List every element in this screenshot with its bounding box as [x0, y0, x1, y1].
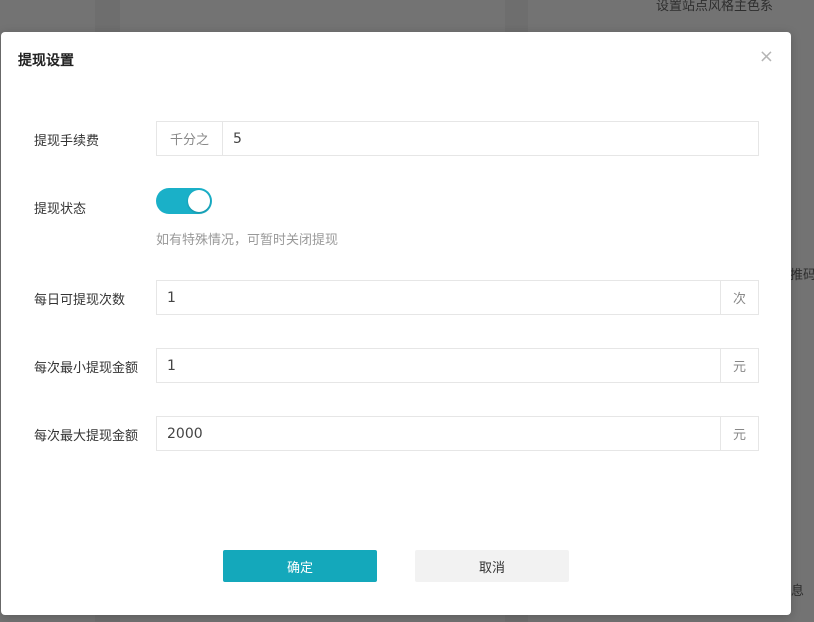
withdraw-settings-dialog: 提现设置 × 提现手续费 千分之 提现状态 如有特殊情况，可暂时关闭提现 每日可…	[1, 32, 791, 615]
daily-count-label: 每日可提现次数	[34, 293, 126, 308]
background-text: 推码	[790, 268, 814, 283]
toggle-knob	[188, 190, 210, 212]
min-amount-input-group: 元	[156, 348, 759, 383]
max-amount-label: 每次最大提现金额	[34, 429, 139, 444]
max-amount-input-group: 元	[156, 416, 759, 451]
cancel-button[interactable]: 取消	[415, 550, 569, 582]
fee-input-group: 千分之	[156, 121, 759, 156]
min-amount-label: 每次最小提现金额	[34, 361, 139, 376]
min-amount-suffix: 元	[720, 349, 758, 382]
fee-prefix: 千分之	[157, 122, 223, 155]
confirm-button[interactable]: 确定	[223, 550, 377, 582]
daily-count-suffix: 次	[720, 281, 758, 314]
background-text: 息	[791, 584, 805, 599]
background-text: 设置站点风格主色系	[656, 0, 774, 14]
daily-count-input-group: 次	[156, 280, 759, 315]
status-hint: 如有特殊情况，可暂时关闭提现	[156, 233, 339, 248]
fee-input[interactable]	[223, 122, 758, 155]
fee-label: 提现手续费	[34, 134, 100, 149]
max-amount-suffix: 元	[720, 417, 758, 450]
daily-count-input[interactable]	[157, 281, 720, 314]
min-amount-input[interactable]	[157, 349, 720, 382]
dialog-title: 提现设置	[18, 53, 74, 69]
status-label: 提现状态	[34, 202, 87, 217]
close-icon[interactable]: ×	[759, 48, 774, 66]
withdraw-status-toggle[interactable]	[156, 188, 212, 214]
max-amount-input[interactable]	[157, 417, 720, 450]
